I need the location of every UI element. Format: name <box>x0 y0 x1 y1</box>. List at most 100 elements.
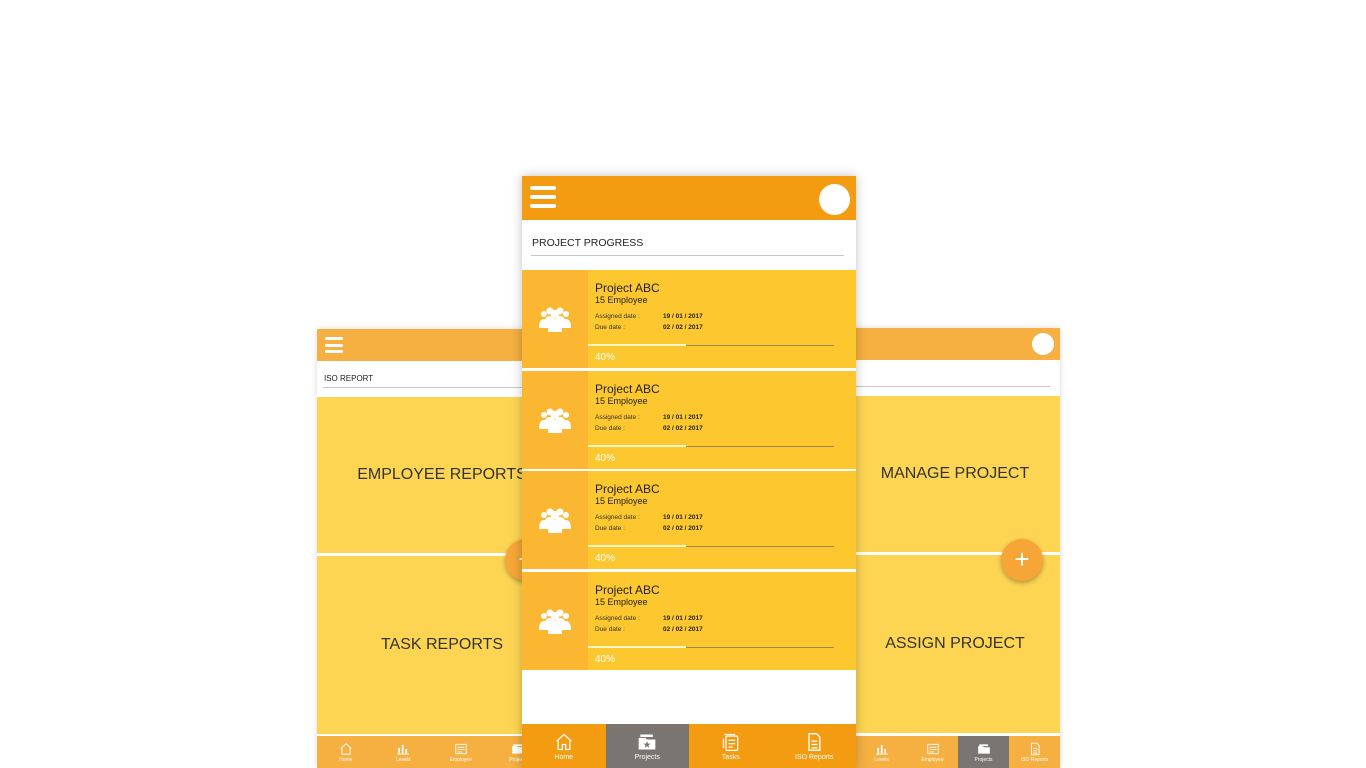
assigned-date: 19 / 01 / 2017 <box>663 514 703 521</box>
assigned-date: 19 / 01 / 2017 <box>663 615 703 622</box>
nav-levels[interactable]: Levels <box>856 736 907 768</box>
menu-icon[interactable] <box>530 186 556 208</box>
divider <box>836 386 1050 387</box>
employee-count: 15 Employee <box>595 597 648 607</box>
team-icon-box <box>522 471 588 569</box>
divider <box>323 387 539 388</box>
nav-label: ISO Reports <box>1020 756 1049 763</box>
team-icon-box <box>522 572 588 670</box>
tile-label: EMPLOYEE REPORTS <box>357 466 527 483</box>
progress-fill <box>588 344 686 346</box>
nav-label: Home <box>339 756 353 763</box>
progress-fill <box>588 545 686 547</box>
project-name: Project ABC <box>595 583 660 597</box>
nav-tasks[interactable]: Tasks <box>689 724 773 768</box>
task-reports-tile[interactable]: TASK REPORTS <box>317 556 547 734</box>
nav-iso-reports[interactable]: ISO Reports <box>1009 736 1060 768</box>
nav-levels[interactable]: Levels <box>375 736 433 768</box>
home-icon <box>555 733 572 750</box>
avatar[interactable] <box>1032 333 1054 355</box>
progress-fill <box>588 646 686 648</box>
bar-chart-icon <box>875 744 888 755</box>
due-date-label: Due date : <box>595 324 625 331</box>
progress-fill <box>588 445 686 447</box>
id-card-icon <box>926 743 939 754</box>
due-date-label: Due date : <box>595 626 625 633</box>
tile-label: ASSIGN PROJECT <box>885 635 1025 652</box>
folder-icon <box>638 734 656 749</box>
iso-report-screen: ISO REPORT EMPLOYEE REPORTS TASK REPORTS… <box>317 329 547 768</box>
assigned-date-label: Assigned date : <box>595 414 640 421</box>
employee-reports-tile[interactable]: EMPLOYEE REPORTS <box>317 397 547 553</box>
tasks-icon <box>722 733 739 751</box>
tile-label: MANAGE PROJECT <box>880 465 1030 482</box>
app-bar <box>830 328 1060 360</box>
folder-icon <box>977 743 990 754</box>
assigned-date-label: Assigned date : <box>595 514 640 521</box>
project-card[interactable]: Project ABC 15 Employee Assigned date : … <box>522 572 856 670</box>
project-name: Project ABC <box>595 281 660 295</box>
document-icon <box>808 732 821 751</box>
divider <box>531 255 844 256</box>
team-icon <box>539 408 571 433</box>
bottom-nav: Home Projects Tasks ISO Reports <box>522 724 856 768</box>
project-card[interactable]: Project ABC 15 Employee Assigned date : … <box>522 371 856 469</box>
team-icon <box>539 508 571 533</box>
nav-employee[interactable]: Employee <box>432 736 490 768</box>
progress-percent: 40% <box>595 553 616 564</box>
bottom-nav: Levels Employee Projects ISO Reports <box>830 736 1060 768</box>
assigned-date-label: Assigned date : <box>595 615 640 622</box>
nav-label: Employee <box>449 756 472 763</box>
nav-projects[interactable]: Projects <box>958 736 1009 768</box>
due-date: 02 / 02 / 2017 <box>663 525 703 532</box>
due-date: 02 / 02 / 2017 <box>663 324 703 331</box>
avatar[interactable] <box>819 184 850 215</box>
nav-employee[interactable]: Employee <box>907 736 958 768</box>
app-bar <box>522 176 856 220</box>
progress-percent: 40% <box>595 654 616 665</box>
bar-chart-icon <box>397 744 410 755</box>
nav-label: Tasks <box>721 753 740 761</box>
nav-label: Employee <box>921 756 944 763</box>
page-title: PROJECT PROGRESS <box>532 237 644 249</box>
project-progress-screen: PROJECT PROGRESS Project ABC 15 Employee… <box>522 176 856 768</box>
due-date: 02 / 02 / 2017 <box>663 425 703 432</box>
assigned-date-label: Assigned date : <box>595 313 640 320</box>
team-icon-box <box>522 270 588 368</box>
nav-label: Projects <box>974 756 993 763</box>
document-icon <box>1030 742 1040 755</box>
employee-count: 15 Employee <box>595 295 648 305</box>
home-icon <box>340 742 352 755</box>
due-date-label: Due date : <box>595 525 625 532</box>
app-bar <box>317 329 547 361</box>
assign-project-tile[interactable]: ASSIGN PROJECT <box>830 555 1060 733</box>
progress-percent: 40% <box>595 352 616 363</box>
nav-projects[interactable]: Projects <box>605 724 689 768</box>
project-name: Project ABC <box>595 482 660 496</box>
due-date-label: Due date : <box>595 425 625 432</box>
progress-percent: 40% <box>595 453 616 464</box>
nav-iso-reports[interactable]: ISO Reports <box>773 724 857 768</box>
assigned-date: 19 / 01 / 2017 <box>663 414 703 421</box>
project-name: Project ABC <box>595 382 660 396</box>
team-icon-box <box>522 371 588 469</box>
add-button[interactable]: + <box>1001 539 1043 581</box>
team-icon <box>539 307 571 332</box>
bottom-nav: Home Levels Employee Projects <box>317 736 547 768</box>
project-card[interactable]: Project ABC 15 Employee Assigned date : … <box>522 471 856 569</box>
page-title: ISO REPORT <box>324 374 374 383</box>
employee-count: 15 Employee <box>595 496 648 506</box>
nav-label: Levels <box>874 756 889 763</box>
team-icon <box>539 609 571 634</box>
nav-label: Home <box>554 753 574 761</box>
menu-icon[interactable] <box>325 337 343 353</box>
project-card[interactable]: Project ABC 15 Employee Assigned date : … <box>522 270 856 368</box>
nav-label: Projects <box>634 753 660 761</box>
manage-project-tile[interactable]: MANAGE PROJECT <box>830 396 1060 552</box>
employee-count: 15 Employee <box>595 396 648 406</box>
nav-home[interactable]: Home <box>317 736 375 768</box>
tile-label: TASK REPORTS <box>380 636 504 653</box>
assigned-date: 19 / 01 / 2017 <box>663 313 703 320</box>
nav-home[interactable]: Home <box>522 724 606 768</box>
id-card-icon <box>455 743 467 754</box>
